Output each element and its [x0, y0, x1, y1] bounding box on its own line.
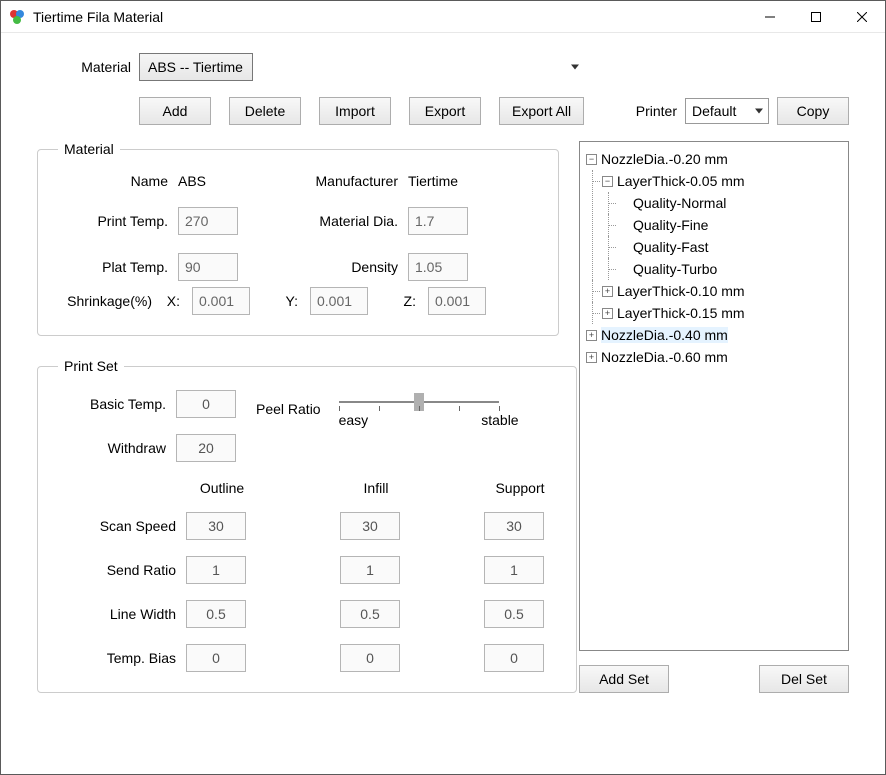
tree-expand-icon[interactable]: + — [602, 286, 613, 297]
shrinkage-label: Shrinkage(%) — [58, 293, 152, 309]
density-input[interactable] — [408, 253, 468, 281]
basic-temp-input[interactable] — [176, 390, 236, 418]
import-button[interactable]: Import — [319, 97, 391, 125]
copy-button[interactable]: Copy — [777, 97, 849, 125]
maximize-button[interactable] — [793, 1, 839, 33]
send-ratio-support[interactable] — [484, 556, 544, 584]
density-label: Density — [278, 259, 398, 275]
withdraw-label: Withdraw — [58, 440, 166, 456]
export-button[interactable]: Export — [409, 97, 481, 125]
shrinkage-y-input[interactable] — [310, 287, 368, 315]
print-set-group: Print Set Basic Temp. Withdraw — [37, 358, 577, 693]
print-temp-label: Print Temp. — [58, 213, 168, 229]
material-dia-label: Material Dia. — [278, 213, 398, 229]
app-icon — [9, 9, 25, 25]
temp-bias-label: Temp. Bias — [58, 650, 176, 666]
tree-expand-icon[interactable]: + — [602, 308, 613, 319]
send-ratio-infill[interactable] — [340, 556, 400, 584]
shrinkage-z-input[interactable] — [428, 287, 486, 315]
basic-temp-label: Basic Temp. — [58, 396, 166, 412]
titlebar: Tiertime Fila Material — [1, 1, 885, 33]
name-label: Name — [58, 173, 168, 189]
plat-temp-input[interactable] — [178, 253, 238, 281]
material-dia-input[interactable] — [408, 207, 468, 235]
print-temp-input[interactable] — [178, 207, 238, 235]
tree-layer-005[interactable]: LayerThick-0.05 mm — [617, 173, 745, 189]
line-width-outline[interactable] — [186, 600, 246, 628]
shrinkage-x-input[interactable] — [192, 287, 250, 315]
scan-speed-outline[interactable] — [186, 512, 246, 540]
app-window: Tiertime Fila Material Material ABS -- T… — [0, 0, 886, 775]
send-ratio-label: Send Ratio — [58, 562, 176, 578]
profile-tree[interactable]: −NozzleDia.-0.20 mm −LayerThick-0.05 mm … — [579, 141, 849, 651]
add-set-button[interactable]: Add Set — [579, 665, 669, 693]
peel-stable-label: stable — [481, 412, 518, 428]
tree-expand-icon[interactable]: + — [586, 330, 597, 341]
peel-easy-label: easy — [339, 412, 369, 428]
tree-layer-015[interactable]: LayerThick-0.15 mm — [617, 305, 745, 321]
plat-temp-label: Plat Temp. — [58, 259, 168, 275]
name-value: ABS — [178, 173, 268, 189]
col-infill-header: Infill — [340, 480, 412, 496]
temp-bias-support[interactable] — [484, 644, 544, 672]
line-width-infill[interactable] — [340, 600, 400, 628]
peel-ratio-label: Peel Ratio — [256, 401, 321, 417]
delete-button[interactable]: Delete — [229, 97, 301, 125]
print-set-legend: Print Set — [58, 358, 124, 374]
printer-select[interactable]: Default — [685, 98, 769, 124]
del-set-button[interactable]: Del Set — [759, 665, 849, 693]
line-width-support[interactable] — [484, 600, 544, 628]
tree-quality-normal[interactable]: Quality-Normal — [633, 195, 726, 211]
export-all-button[interactable]: Export All — [499, 97, 584, 125]
manufacturer-label: Manufacturer — [278, 173, 398, 189]
withdraw-input[interactable] — [176, 434, 236, 462]
shrinkage-x-label: X: — [164, 293, 180, 309]
tree-layer-010[interactable]: LayerThick-0.10 mm — [617, 283, 745, 299]
tree-quality-turbo[interactable]: Quality-Turbo — [633, 261, 717, 277]
temp-bias-infill[interactable] — [340, 644, 400, 672]
shrinkage-y-label: Y: — [282, 293, 298, 309]
line-width-label: Line Width — [58, 606, 176, 622]
temp-bias-outline[interactable] — [186, 644, 246, 672]
material-select[interactable]: ABS -- Tiertime — [139, 53, 253, 81]
add-button[interactable]: Add — [139, 97, 211, 125]
tree-nozzle-020[interactable]: NozzleDia.-0.20 mm — [601, 151, 728, 167]
shrinkage-z-label: Z: — [400, 293, 416, 309]
close-button[interactable] — [839, 1, 885, 33]
tree-quality-fast[interactable]: Quality-Fast — [633, 239, 708, 255]
tree-nozzle-040[interactable]: NozzleDia.-0.40 mm — [601, 327, 728, 343]
tree-nozzle-060[interactable]: NozzleDia.-0.60 mm — [601, 349, 728, 365]
material-group-legend: Material — [58, 141, 120, 157]
col-outline-header: Outline — [186, 480, 258, 496]
window-controls — [747, 1, 885, 33]
material-label: Material — [37, 59, 131, 75]
tree-quality-fine[interactable]: Quality-Fine — [633, 217, 708, 233]
window-title: Tiertime Fila Material — [33, 9, 747, 25]
peel-ratio-slider[interactable] — [339, 401, 499, 403]
scan-speed-infill[interactable] — [340, 512, 400, 540]
scan-speed-support[interactable] — [484, 512, 544, 540]
material-group: Material Name ABS Manufacturer Tiertime … — [37, 141, 559, 336]
send-ratio-outline[interactable] — [186, 556, 246, 584]
tree-expand-icon[interactable]: + — [586, 352, 597, 363]
col-support-header: Support — [484, 480, 556, 496]
scan-speed-label: Scan Speed — [58, 518, 176, 534]
minimize-button[interactable] — [747, 1, 793, 33]
printer-label: Printer — [636, 103, 677, 119]
tree-collapse-icon[interactable]: − — [586, 154, 597, 165]
manufacturer-value: Tiertime — [408, 173, 498, 189]
tree-collapse-icon[interactable]: − — [602, 176, 613, 187]
